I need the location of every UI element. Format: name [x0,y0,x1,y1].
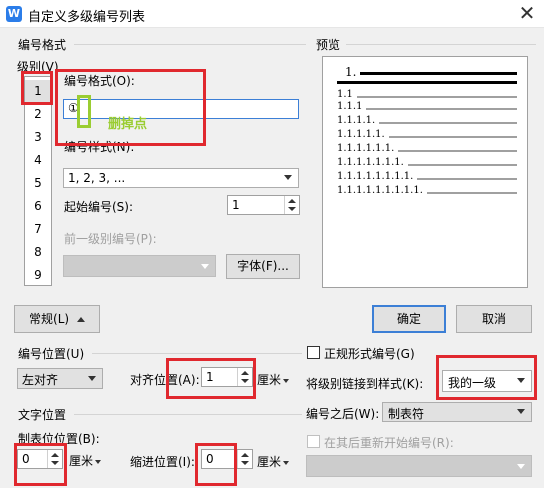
legal-style-checkbox[interactable] [307,346,320,359]
restart-label: 在其后重新开始编号(R): [324,436,454,450]
preview-text-line [337,81,517,84]
text-position-divider [74,414,302,415]
start-at-value: 1 [232,198,240,212]
annotation-delete-dot: 删掉点 [108,117,148,132]
level-item-6[interactable]: 6 [25,195,51,217]
alignment-select[interactable]: 左对齐 [17,368,103,389]
prev-level-label: 前一级别编号(P): [64,232,157,246]
highlight-tab-position [14,443,67,486]
preview-text-line [389,136,517,138]
text-position-label: 文字位置 [18,408,67,422]
chevron-down-icon [201,264,209,269]
chevron-up-icon [76,317,85,322]
normal-button-label: 常规(L) [29,312,70,326]
preview-text-line [357,96,517,98]
chevron-down-icon [284,175,292,180]
preview-divider [346,44,536,45]
indent-unit[interactable]: 厘米 [257,453,290,470]
level-item-2[interactable]: 2 [25,103,51,125]
level-item-8[interactable]: 8 [25,241,51,263]
chevron-down-icon [517,409,525,414]
restart-checkbox [307,435,320,448]
number-position-label: 编号位置(U) [18,347,85,361]
preview-text-line [408,164,517,166]
spin-buttons[interactable] [284,196,299,214]
level-item-3[interactable]: 3 [25,126,51,148]
preview-number: 1.1.1.1.1.1.1.1. [337,171,414,182]
preview-number: 1.1.1.1.1.1. [337,143,395,154]
preview-label: 预览 [316,38,341,52]
preview-number: 1. [345,65,357,79]
chevron-down-icon [88,375,96,381]
preview-text-line [360,72,517,75]
normal-button[interactable]: 常规(L) [14,305,100,333]
link-style-label: 将级别链接到样式(K): [306,377,424,391]
number-style-select[interactable]: 1, 2, 3, ... [63,168,299,188]
prev-level-select [63,255,216,277]
level-item-4[interactable]: 4 [25,149,51,171]
preview-text-line [366,108,517,110]
preview-text-line [379,122,517,124]
cancel-button[interactable]: 取消 [456,305,532,333]
level-list[interactable]: 123456789 [24,76,52,286]
number-style-value: 1, 2, 3, ... [68,171,126,185]
window-title: 自定义多级编号列表 [28,10,146,25]
follow-number-label: 编号之后(W): [306,407,380,421]
highlight-link-style [436,355,537,400]
level-item-9[interactable]: 9 [25,264,51,286]
highlight-level-selection [21,71,53,105]
preview-number: 1.1.1 [337,101,363,112]
start-at-label: 起始编号(S): [64,200,134,214]
legal-style-label: 正规形式编号(G) [324,347,415,361]
align-at-unit[interactable]: 厘米 [257,371,290,388]
chevron-down-icon [517,464,525,469]
title-bar: W 自定义多级编号列表 ✕ [0,0,544,28]
format-group-divider [74,44,306,45]
preview-number: 1.1.1.1.1. [337,129,385,140]
level-item-5[interactable]: 5 [25,172,51,194]
preview-text-line [398,150,517,152]
preview-number: 1.1.1.1.1.1.1.1.1. [337,185,423,196]
font-button[interactable]: 字体(F)... [226,254,300,279]
start-at-spinner[interactable]: 1 [227,195,300,215]
highlight-align-at [166,358,256,399]
highlight-dot-to-delete [77,95,91,128]
tab-position-unit[interactable]: 厘米 [69,452,102,469]
indent-label: 缩进位置(I): [130,455,195,469]
preview-text-line [417,178,517,180]
preview-number: 1.1.1.1. [337,115,376,126]
format-group-label: 编号格式 [18,38,67,52]
wps-app-icon: W [6,6,22,22]
preview-number: 1.1 [337,89,353,100]
restart-select [306,455,532,477]
highlight-indent [195,443,237,486]
close-icon[interactable]: ✕ [514,1,540,25]
preview-panel: 1. 1.1 1.1.1 1.1.1.1. 1.1.1.1.1. 1.1.1.1.1.1.… [322,56,528,288]
number-position-divider [92,353,302,354]
spin-buttons[interactable] [237,450,252,468]
preview-number: 1.1.1.1.1.1.1. [337,157,404,168]
follow-number-select[interactable]: 制表符 [382,402,532,422]
level-item-7[interactable]: 7 [25,218,51,240]
preview-text-line [427,192,517,194]
ok-button[interactable]: 确定 [372,305,446,333]
follow-number-value: 制表符 [388,407,425,421]
alignment-value: 左对齐 [22,373,59,387]
